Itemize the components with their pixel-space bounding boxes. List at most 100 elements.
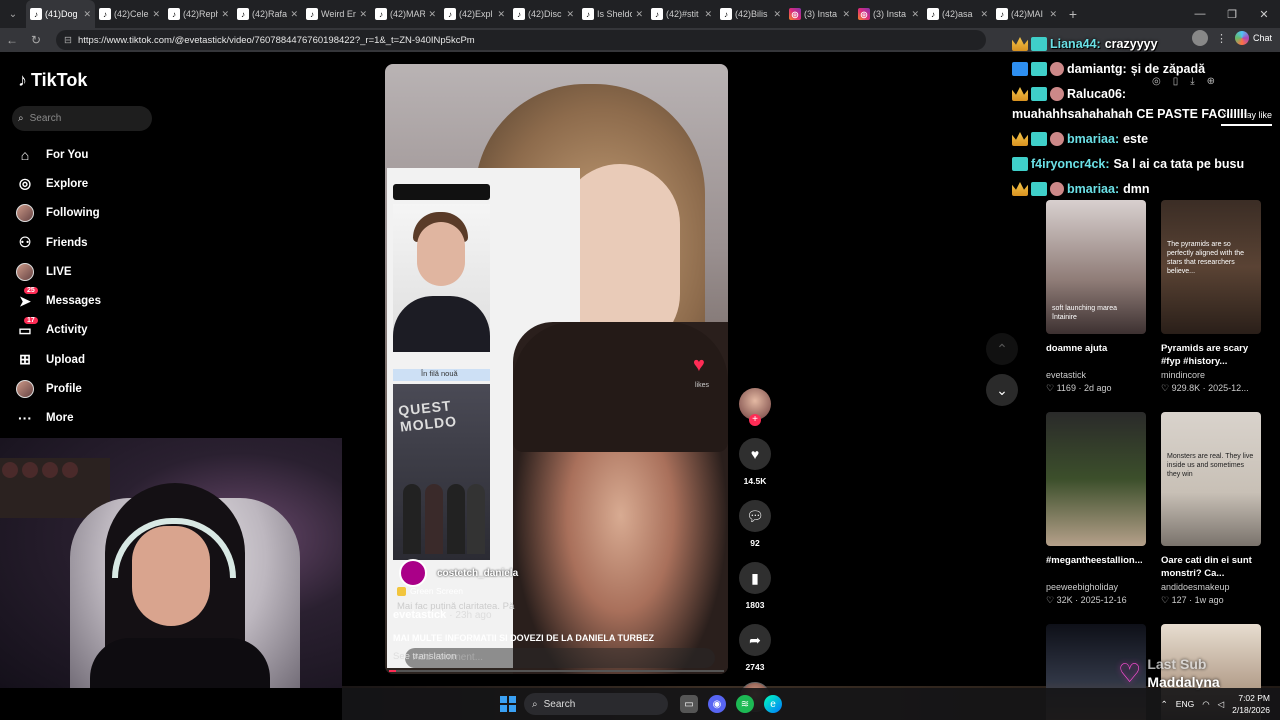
close-window-icon[interactable]: ✕ — [1248, 0, 1280, 28]
comment-button[interactable]: 💬︎ 92 — [736, 500, 774, 548]
browser-tab[interactable]: ♪ (41)Dog ✕ — [26, 0, 95, 28]
close-tab-icon[interactable]: ✕ — [152, 9, 160, 20]
sidebar-item-friends[interactable]: ⚇ Friends — [16, 228, 101, 257]
sidebar-item-upload[interactable]: ⊞ Upload — [16, 345, 101, 374]
video-thumbnail[interactable]: Monsters are real. They live inside us a… — [1161, 412, 1261, 546]
video-thumbnail[interactable]: The pyramids are so perfectly aligned wi… — [1161, 200, 1261, 334]
browser-tab[interactable]: ♪ (42)#stit ✕ — [647, 0, 716, 28]
tray-chevron-icon[interactable]: ⌃ — [1161, 699, 1168, 710]
emote-avatar — [1050, 87, 1064, 101]
browser-tab[interactable]: ◎ (3) Insta ✕ — [854, 0, 923, 28]
previous-video-button[interactable]: ⌃ — [986, 333, 1018, 365]
close-tab-icon[interactable]: ✕ — [221, 9, 229, 20]
thumbnail-caption: Monsters are real. They live inside us a… — [1167, 453, 1254, 478]
close-tab-icon[interactable]: ✕ — [911, 9, 919, 20]
video-card-title[interactable]: doamne ajuta — [1046, 342, 1146, 368]
video-thumbnail[interactable] — [1046, 412, 1146, 546]
video-card[interactable]: The pyramids are so perfectly aligned wi… — [1161, 200, 1261, 394]
browser-tab[interactable]: ♪ (42)Disc ✕ — [509, 0, 578, 28]
browser-tab[interactable]: ♪ (42)MAR ✕ — [371, 0, 440, 28]
video-username[interactable]: evetastick — [393, 609, 446, 621]
discord-icon[interactable]: ◉ — [708, 695, 726, 713]
emote-avatar — [1050, 62, 1064, 76]
heart-outline-icon: ♡ — [1118, 657, 1142, 688]
url-field[interactable]: ⊟ https://www.tiktok.com/@evetastick/vid… — [56, 30, 986, 50]
file-explorer-icon[interactable]: ▭ — [680, 695, 698, 713]
video-card-title[interactable]: #megantheestallion... — [1046, 554, 1146, 580]
follow-plus-icon[interactable]: + — [749, 414, 761, 426]
new-tab-button[interactable]: + — [1061, 6, 1085, 22]
search-input[interactable]: ⌕ Search — [12, 106, 152, 131]
minimize-icon[interactable]: — — [1184, 0, 1216, 28]
close-tab-icon[interactable]: ✕ — [704, 9, 712, 20]
close-tab-icon[interactable]: ✕ — [83, 9, 91, 20]
sidebar-item-explore[interactable]: ◎ Explore — [16, 169, 101, 198]
sidebar-item-live[interactable]: LIVE — [16, 257, 101, 286]
like-button[interactable]: ♥ 14.5K — [736, 438, 774, 486]
close-tab-icon[interactable]: ✕ — [359, 9, 367, 20]
close-tab-icon[interactable]: ✕ — [566, 9, 574, 20]
video-card-title[interactable]: Pyramids are scary #fyp #history... — [1161, 342, 1261, 368]
clock[interactable]: 7:02 PM 2/18/2026 — [1232, 692, 1270, 716]
video-card[interactable]: #megantheestallion... peeweebigholiday ♡ 3… — [1046, 412, 1146, 606]
video-card[interactable]: Monsters are real. They live inside us a… — [1161, 412, 1261, 606]
browser-tab[interactable]: ♪ (42)Cele ✕ — [95, 0, 164, 28]
browser-tab[interactable]: ♪ (42)Bilis ✕ — [716, 0, 785, 28]
close-tab-icon[interactable]: ✕ — [1049, 9, 1057, 20]
share-button[interactable]: ➦ 2743 — [736, 624, 774, 672]
reload-icon[interactable]: ↻ — [24, 33, 48, 47]
video-thumbnail[interactable]: soft launching marea întainire — [1046, 200, 1146, 334]
volume-icon[interactable]: ◁ — [1218, 699, 1225, 710]
video-card[interactable]: soft launching marea întainire doamne aju… — [1046, 200, 1146, 394]
video-player[interactable]: În filă nouă QUEST MOLDO ♥ likes costetc… — [385, 64, 728, 674]
close-tab-icon[interactable]: ✕ — [497, 9, 505, 20]
browser-tab[interactable]: ♪ (42)asa ✕ — [923, 0, 992, 28]
see-translation-link[interactable]: See translation — [393, 651, 456, 662]
back-icon[interactable]: ← — [0, 33, 24, 47]
tiktok-logo[interactable]: ♪ TikTok — [18, 70, 87, 91]
crown-badge-icon — [1012, 182, 1028, 196]
video-card-author[interactable]: peeweebigholiday — [1046, 582, 1146, 592]
green-screen-tag[interactable]: Green Screen — [397, 586, 463, 596]
next-video-button[interactable]: ⌄ — [986, 374, 1018, 406]
browser-tab[interactable]: ◎ (3) Insta ✕ — [785, 0, 854, 28]
sidebar-item-activity[interactable]: ▭ 17 Activity — [16, 316, 101, 345]
taskbar-search[interactable]: ⌕ Search — [524, 693, 668, 715]
video-progress-bar[interactable] — [389, 670, 724, 672]
browser-tab[interactable]: ♪ (42)Expl ✕ — [440, 0, 509, 28]
tab-search-icon[interactable]: ⌄ — [0, 0, 26, 28]
browser-tab[interactable]: ♪ (42)Rafa ✕ — [233, 0, 302, 28]
close-tab-icon[interactable]: ✕ — [428, 9, 436, 20]
tab-title: (41)Dog — [45, 9, 78, 19]
close-tab-icon[interactable]: ✕ — [842, 9, 850, 20]
video-author[interactable]: evetastick · 23h ago — [393, 609, 492, 621]
start-button[interactable] — [500, 696, 516, 712]
browser-tab[interactable]: ♪ Is Sheldo ✕ — [578, 0, 647, 28]
creator-avatar[interactable]: + — [739, 388, 771, 426]
video-card-author[interactable]: andidoesmakeup — [1161, 582, 1261, 592]
sidebar-item-following[interactable]: Following — [16, 199, 101, 228]
close-tab-icon[interactable]: ✕ — [980, 9, 988, 20]
video-card-author[interactable]: evetastick — [1046, 370, 1146, 380]
edge-icon[interactable]: e — [764, 695, 782, 713]
sidebar-item-messages[interactable]: ➤ 25 Messages — [16, 286, 101, 315]
close-tab-icon[interactable]: ✕ — [290, 9, 298, 20]
close-tab-icon[interactable]: ✕ — [773, 9, 781, 20]
site-info-icon[interactable]: ⊟ — [64, 35, 72, 46]
browser-tab[interactable]: ♪ Weird Er ✕ — [302, 0, 371, 28]
sidebar-item-more[interactable]: ··· More — [16, 404, 101, 433]
maximize-icon[interactable]: ❐ — [1216, 0, 1248, 28]
tiktok-icon: ♪ — [651, 8, 663, 20]
language-indicator[interactable]: ENG — [1176, 699, 1194, 709]
browser-tab[interactable]: ♪ (42)MAI ✕ — [992, 0, 1061, 28]
sidebar-item-for-you[interactable]: ⌂ For You — [16, 140, 101, 169]
save-button[interactable]: ▮ 1803 — [736, 562, 774, 610]
sidebar-item-label: Explore — [46, 177, 89, 190]
wifi-icon[interactable]: ◠ — [1202, 699, 1209, 710]
sidebar-item-profile[interactable]: Profile — [16, 374, 101, 403]
close-tab-icon[interactable]: ✕ — [635, 9, 643, 20]
video-card-author[interactable]: mindincore — [1161, 370, 1261, 380]
video-card-title[interactable]: Oare cati din ei sunt monstri? Ca... — [1161, 554, 1261, 580]
browser-tab[interactable]: ♪ (42)Reph ✕ — [164, 0, 233, 28]
spotify-icon[interactable]: ≋ — [736, 695, 754, 713]
